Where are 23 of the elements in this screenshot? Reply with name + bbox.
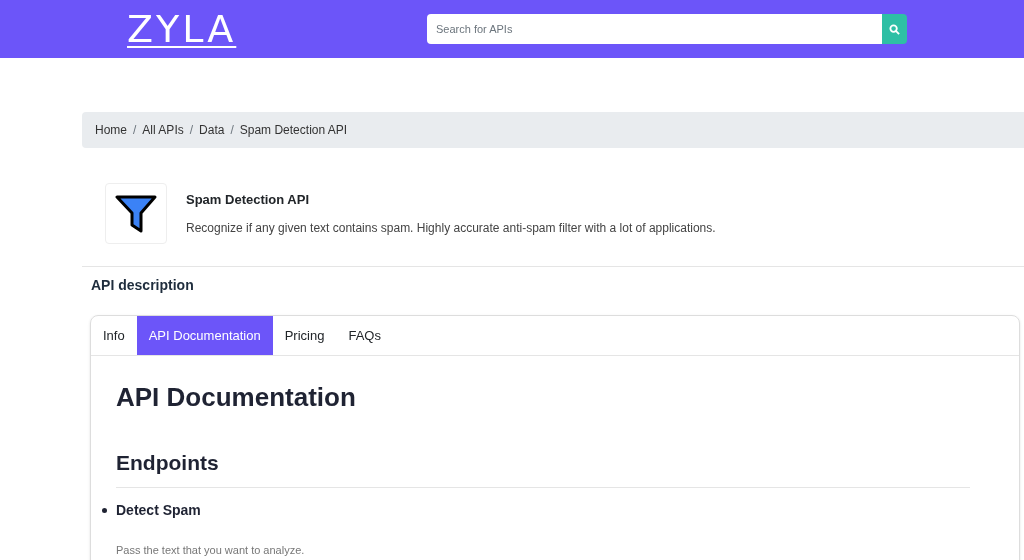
endpoint-description: Pass the text that you want to analyze. <box>116 542 306 558</box>
content-subheading: Endpoints <box>116 450 220 476</box>
filter-icon <box>115 194 157 233</box>
search-field[interactable]: Search for APIs <box>427 14 882 44</box>
tab[interactable]: FAQs <box>336 316 393 355</box>
breadcrumb-separator: / <box>189 122 194 139</box>
api-description: Recognize if any given text contains spam. Highly accurate anti-spam filter with a lot of applications. <box>186 219 716 237</box>
tab[interactable]: API Documentation <box>136 316 273 355</box>
tab[interactable]: Pricing <box>272 316 337 355</box>
breadcrumb-separator: / <box>133 122 137 139</box>
breadcrumb-link[interactable]: Home <box>95 121 127 139</box>
tab[interactable]: Info <box>91 316 137 355</box>
content-heading: API Documentation <box>116 381 357 414</box>
api-title: Spam Detection API <box>186 191 311 210</box>
logo[interactable]: ZYLA <box>127 10 237 48</box>
search-icon <box>889 23 900 35</box>
section-title: API description <box>91 276 195 295</box>
search-button[interactable] <box>882 14 907 44</box>
breadcrumb-separator: / <box>230 122 234 139</box>
breadcrumb-link[interactable]: All APIs <box>142 121 184 139</box>
bullet-icon <box>102 507 107 513</box>
endpoint-name: Detect Spam <box>116 500 201 520</box>
breadcrumb-link[interactable]: Data <box>199 121 225 139</box>
